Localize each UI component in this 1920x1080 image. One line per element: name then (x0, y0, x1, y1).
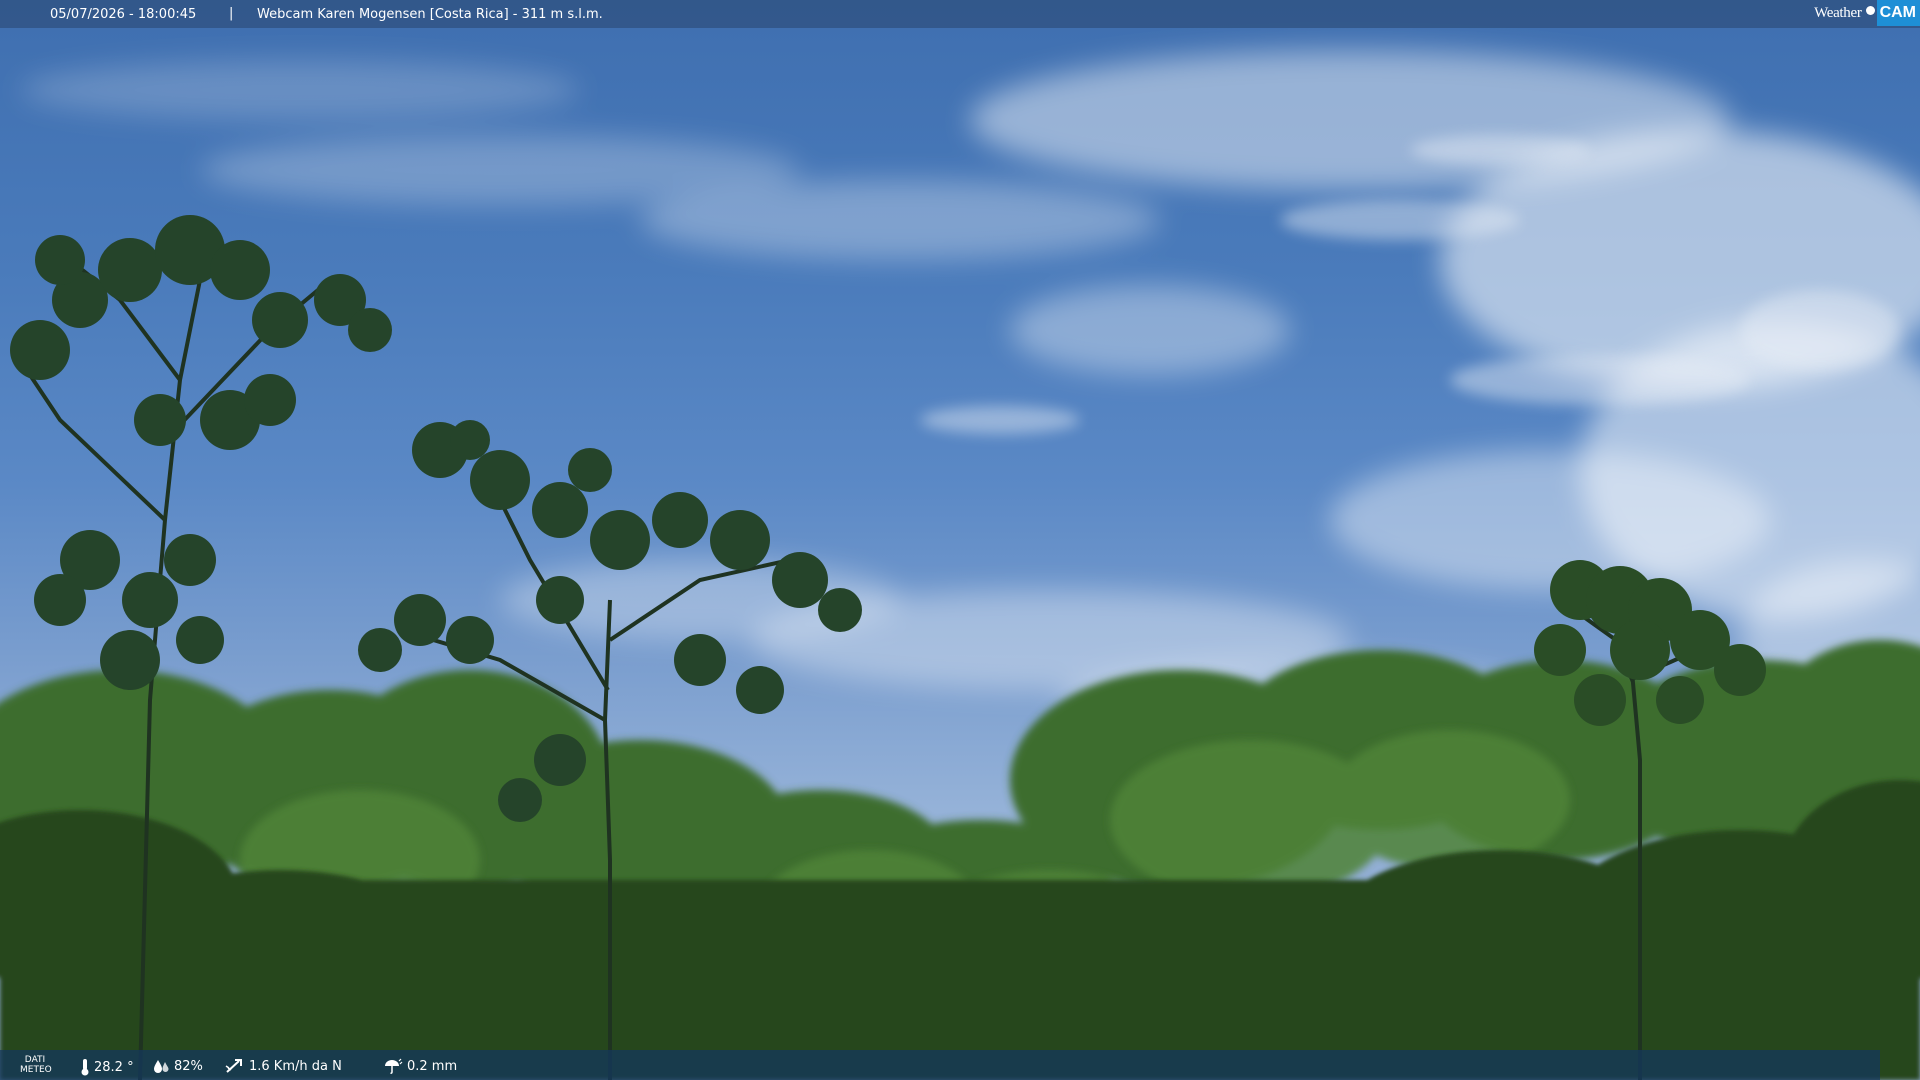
header-separator: | (229, 6, 234, 21)
webcam-image (0, 0, 1920, 1080)
rain-readout: 0.2 mm (383, 1058, 457, 1074)
temperature-readout: 28.2 ° (80, 1058, 134, 1076)
humidity-drop-icon (154, 1060, 169, 1073)
dati-meteo-label: DATI METEO (20, 1055, 52, 1075)
weather-data-bar: DATI METEO 28.2 ° 82% 1.6 Km/h da N 0.2 … (0, 1050, 1880, 1080)
logo-dot-icon (1865, 5, 1875, 15)
temperature-value: 28.2 ° (94, 1059, 134, 1075)
forest-canopy (0, 215, 1920, 1080)
wind-value: 1.6 Km/h da N (249, 1058, 342, 1074)
thermometer-icon (81, 1059, 89, 1076)
umbrella-rain-icon (385, 1058, 403, 1074)
header-bar: 05/07/2026 - 18:00:45 | Webcam Karen Mog… (0, 0, 1920, 28)
timestamp: 05/07/2026 - 18:00:45 (50, 7, 197, 22)
wind-arrow-icon (225, 1059, 242, 1073)
webcam-title: Webcam Karen Mogensen [Costa Rica] - 311… (257, 7, 603, 22)
weathercam-logo[interactable]: Weather CAM (1814, 0, 1920, 26)
humidity-readout: 82% (152, 1058, 203, 1074)
humidity-value: 82% (174, 1058, 203, 1074)
wind-readout: 1.6 Km/h da N (225, 1058, 342, 1074)
logo-cam-text: CAM (1876, 0, 1920, 26)
logo-weather-text: Weather (1814, 4, 1862, 21)
rain-value: 0.2 mm (407, 1058, 458, 1074)
